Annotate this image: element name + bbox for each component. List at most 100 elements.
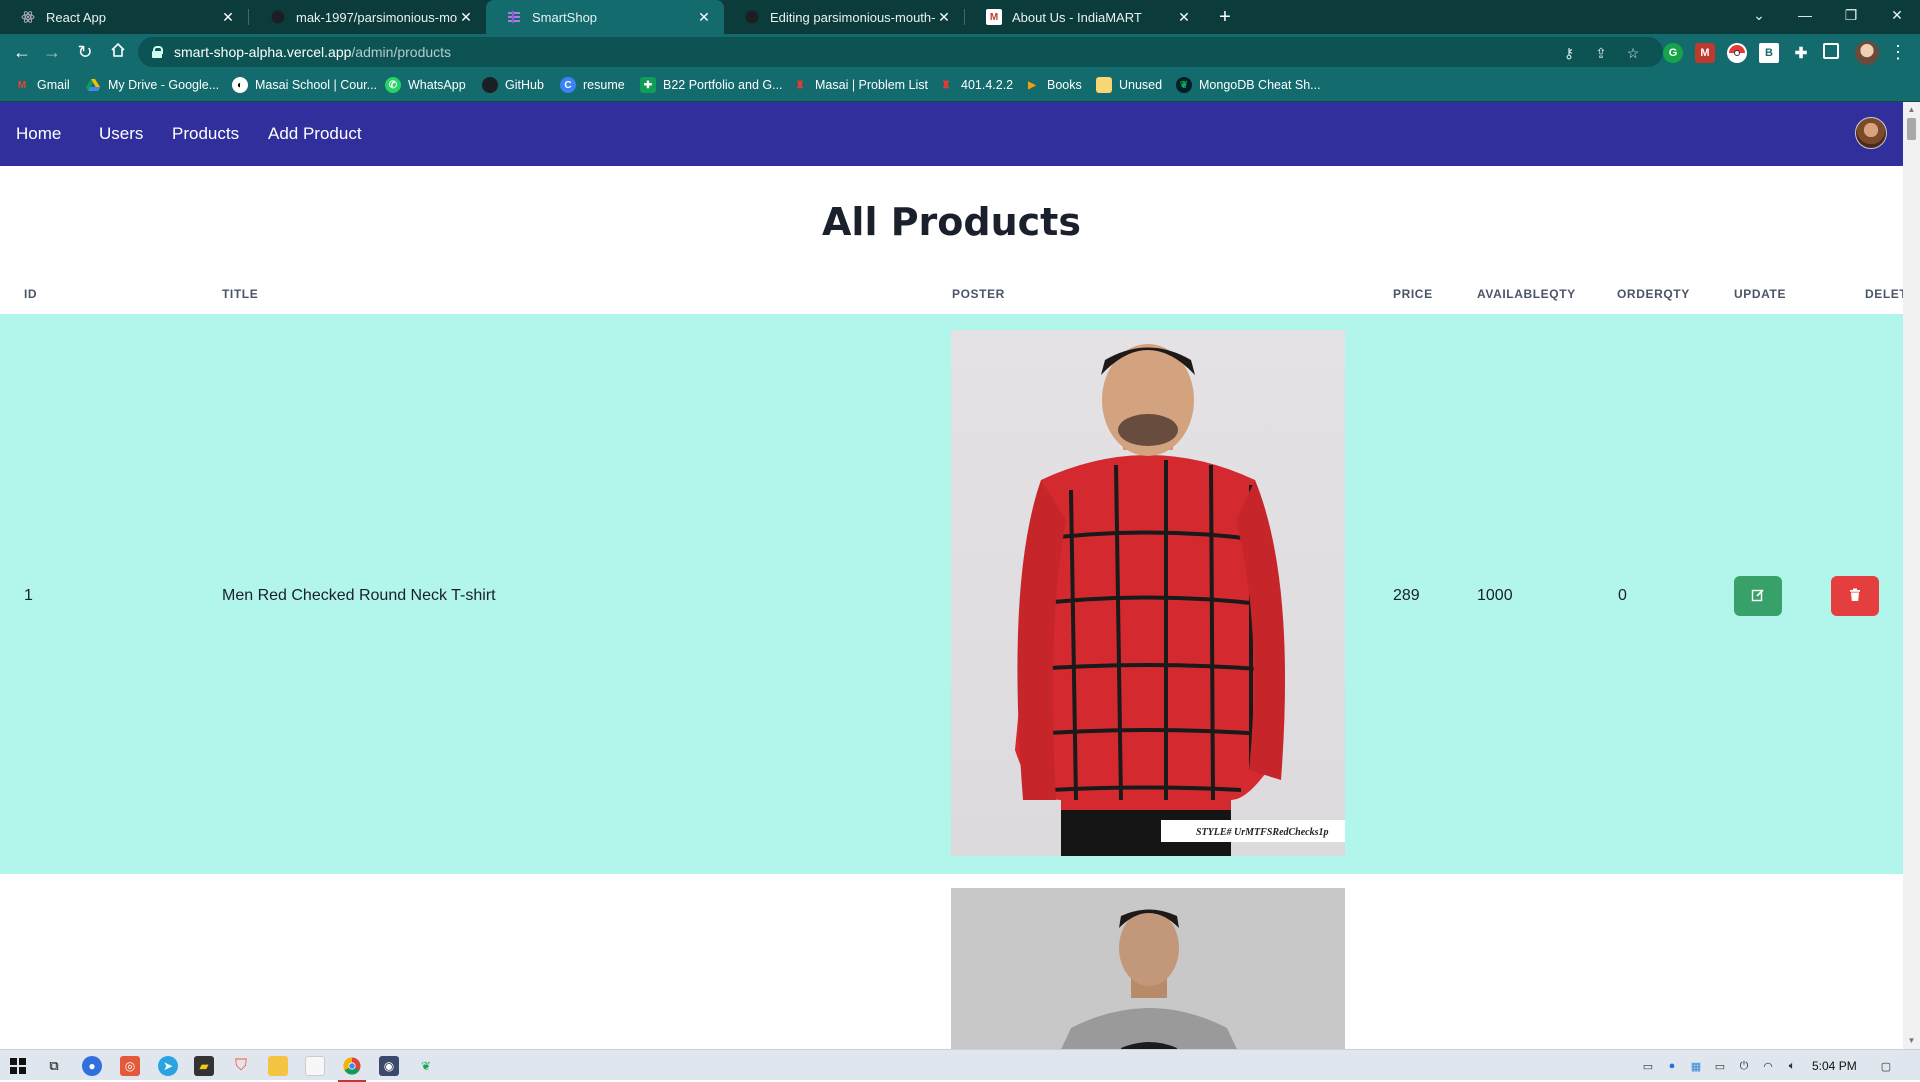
app-icon[interactable]: ◎ <box>120 1056 140 1076</box>
reload-button[interactable]: ↻ <box>71 38 99 66</box>
notepad-icon[interactable] <box>305 1056 325 1076</box>
file-explorer-icon[interactable] <box>268 1056 288 1076</box>
brave-icon[interactable]: ⛉ <box>231 1056 251 1076</box>
column-header-poster: POSTER <box>952 287 1005 301</box>
bookmark-my-drive[interactable]: My Drive - Google... <box>85 77 219 93</box>
page-viewport: Home Users Products Add Product All Prod… <box>0 102 1903 1049</box>
column-header-id: ID <box>24 287 38 301</box>
nav-link-users[interactable]: Users <box>99 124 143 144</box>
scroll-thumb[interactable] <box>1907 118 1916 140</box>
column-header-title: TITLE <box>222 287 259 301</box>
tab-editing-repo[interactable]: Editing parsimonious-mouth-525 ✕ <box>724 0 964 34</box>
close-window-button[interactable]: ✕ <box>1874 0 1920 30</box>
tab-github-repo[interactable]: mak-1997/parsimonious-mouth- ✕ <box>250 0 486 34</box>
extension-b-icon[interactable]: B <box>1759 43 1779 63</box>
bookmark-books[interactable]: ▶ Books <box>1024 77 1082 93</box>
home-button[interactable] <box>104 38 132 66</box>
resume-icon: C <box>560 77 576 93</box>
tab-indiamart[interactable]: M About Us - IndiaMART ✕ <box>966 0 1204 34</box>
back-button[interactable]: ← <box>8 38 36 66</box>
cell-available-qty: 1000 <box>1477 587 1513 604</box>
bookmark-label: Masai School | Cour... <box>255 78 378 92</box>
notification-icon[interactable]: ▢ <box>1878 1058 1894 1074</box>
smartshop-favicon-icon <box>506 9 522 25</box>
chevron-down-icon: ⌄ <box>1753 6 1765 23</box>
tray-app-icon[interactable]: ▦ <box>1688 1058 1704 1074</box>
bookmark-github[interactable]: GitHub <box>482 77 544 93</box>
bookmark-401[interactable]: ♜ 401.4.2.2 <box>938 77 1014 93</box>
new-tab-button[interactable]: + <box>1212 5 1238 29</box>
zoom-tray-icon[interactable]: ● <box>1664 1058 1680 1074</box>
bookmark-gmail[interactable]: M Gmail <box>14 77 70 93</box>
url-host: smart-shop-alpha.vercel.app <box>174 44 352 60</box>
nav-link-products[interactable]: Products <box>172 124 239 144</box>
nav-link-home[interactable]: Home <box>16 124 61 144</box>
display-icon[interactable]: ▭ <box>1712 1058 1728 1074</box>
tab-search-button[interactable]: ⌄ <box>1736 0 1782 30</box>
tab-title: About Us - IndiaMART <box>1012 9 1142 25</box>
bookmark-mongodb[interactable]: ❦ MongoDB Cheat Sh... <box>1176 77 1321 93</box>
mongodb-icon[interactable]: ❦ <box>416 1056 436 1076</box>
update-button[interactable] <box>1734 576 1782 616</box>
pokeball-icon[interactable] <box>1727 43 1747 63</box>
bookmark-label: Books <box>1047 78 1082 92</box>
vpn-app-icon[interactable]: ◉ <box>379 1056 399 1076</box>
close-icon[interactable]: ✕ <box>936 9 952 25</box>
close-icon[interactable]: ✕ <box>1176 9 1192 25</box>
windows-start-icon[interactable] <box>8 1056 28 1076</box>
tab-smartshop[interactable]: SmartShop ✕ <box>486 0 724 34</box>
wifi-icon[interactable]: ◠ <box>1760 1058 1776 1074</box>
task-view-icon[interactable]: ⧉ <box>44 1056 64 1076</box>
taskbar-clock[interactable]: 5:04 PM <box>1812 1059 1857 1073</box>
tab-react-app[interactable]: React App ✕ <box>0 0 248 34</box>
bookmark-masai-school[interactable]: ◐ Masai School | Cour... <box>232 77 377 93</box>
bookmark-whatsapp[interactable]: ✆ WhatsApp <box>385 77 466 93</box>
bookmark-unused[interactable]: Unused <box>1096 77 1162 93</box>
bookmark-b22-portfolio[interactable]: ✚ B22 Portfolio and G... <box>640 77 783 93</box>
star-icon[interactable]: ☆ <box>1624 44 1642 62</box>
page-scrollbar[interactable]: ▲ ▼ <box>1903 102 1920 1049</box>
address-bar[interactable]: smart-shop-alpha.vercel.app/admin/produc… <box>138 37 1663 67</box>
column-header-update: UPDATE <box>1734 287 1787 301</box>
scroll-up-icon[interactable]: ▲ <box>1907 105 1916 114</box>
bookmark-label: Gmail <box>37 78 70 92</box>
minimize-button[interactable]: — <box>1782 0 1828 30</box>
avatar[interactable] <box>1855 117 1887 149</box>
close-icon[interactable]: ✕ <box>458 9 474 25</box>
grammarly-icon[interactable]: G <box>1663 43 1683 63</box>
delete-button[interactable] <box>1831 576 1879 616</box>
sticky-app-icon[interactable]: ▰ <box>194 1056 214 1076</box>
chrome-icon[interactable] <box>338 1056 366 1082</box>
side-panel-icon[interactable] <box>1823 43 1839 59</box>
bookmark-resume[interactable]: Cresume <box>560 77 625 93</box>
bookmark-label: Unused <box>1119 78 1163 92</box>
bookmark-label: 401.4.2.2 <box>961 78 1014 92</box>
bookmark-label: WhatsApp <box>408 78 466 92</box>
zoom-icon[interactable]: ● <box>82 1056 102 1076</box>
volume-icon[interactable]: 🔈︎ <box>1784 1058 1800 1074</box>
bookmark-masai-problem-list[interactable]: ♜ Masai | Problem List <box>792 77 929 93</box>
arrow-left-icon: ← <box>13 41 31 62</box>
tab-separator <box>964 9 965 25</box>
extension-m-icon[interactable]: M <box>1695 43 1715 63</box>
power-icon[interactable]: ⏻ <box>1736 1058 1752 1074</box>
scroll-down-icon[interactable]: ▼ <box>1907 1036 1916 1045</box>
restore-button[interactable]: ❐ <box>1828 0 1874 30</box>
battery-icon[interactable]: ▭ <box>1640 1058 1656 1074</box>
nav-link-add-product[interactable]: Add Product <box>268 124 362 144</box>
product-poster-image: STYLE# UrMTFSRedChecks1p <box>951 330 1345 856</box>
close-icon[interactable]: ✕ <box>220 9 236 25</box>
share-icon[interactable]: ⇪ <box>1592 44 1610 62</box>
kebab-menu-icon: ⋮ <box>1889 41 1907 62</box>
puzzle-icon[interactable]: ✚ <box>1791 43 1811 63</box>
tab-title: SmartShop <box>532 9 598 25</box>
key-icon[interactable]: ⚷ <box>1560 44 1578 62</box>
profile-avatar[interactable] <box>1855 41 1879 65</box>
cell-id: 1 <box>24 587 33 604</box>
cell-price: 289 <box>1393 587 1420 604</box>
close-icon[interactable]: ✕ <box>696 9 712 25</box>
telegram-icon[interactable]: ➤ <box>158 1056 178 1076</box>
forward-button[interactable]: → <box>38 38 66 66</box>
menu-button[interactable]: ⋮ <box>1884 38 1912 66</box>
mongodb-icon: ❦ <box>1176 77 1192 93</box>
